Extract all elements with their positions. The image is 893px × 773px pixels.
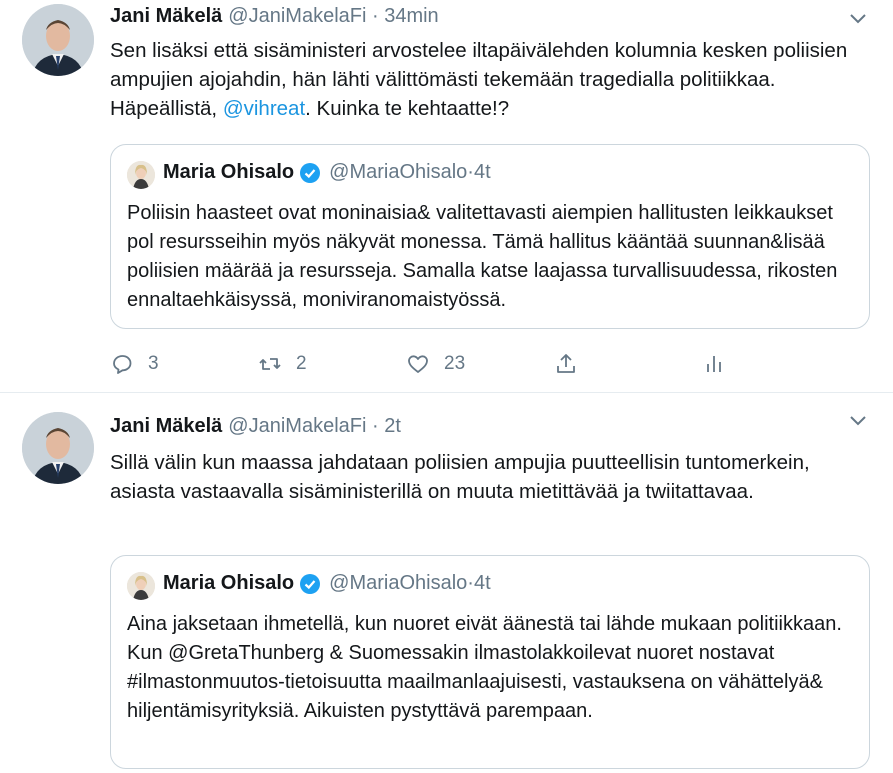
quoted-avatar <box>127 161 155 189</box>
quoted-author-handle: @MariaOhisalo <box>329 572 468 594</box>
timestamp[interactable]: 34min <box>384 5 438 27</box>
tweet-actions: 3 2 23 <box>110 352 750 382</box>
quoted-author-handle: @MariaOhisalo <box>329 161 468 183</box>
quoted-author-name: Maria Ohisalo <box>163 572 295 594</box>
quoted-tweet[interactable]: Maria Ohisalo @MariaOhisalo · 4t Aina ja… <box>110 555 870 769</box>
reply-button[interactable]: 3 <box>110 352 159 376</box>
share-icon <box>557 354 575 373</box>
verified-badge-icon <box>299 162 321 184</box>
avatar[interactable] <box>22 4 94 76</box>
quoted-text: Poliisin haasteet ovat moninaisia& valit… <box>127 202 838 311</box>
quoted-tweet[interactable]: Maria Ohisalo @MariaOhisalo · 4t Poliisi… <box>110 144 870 329</box>
tweet-text: Sen lisäksi että sisäministeri arvostele… <box>110 36 870 123</box>
author-name[interactable]: Jani Mäkelä <box>110 415 222 437</box>
author-handle[interactable]: @JaniMakelaFi <box>228 415 366 437</box>
tweet-header: Jani Mäkelä @JaniMakelaFi · 2t <box>110 415 401 438</box>
tweet-text-part: . Kuinka te kehtaatte!? <box>305 97 510 120</box>
tweet[interactable]: Jani Mäkelä @JaniMakelaFi · 2t Sillä väli… <box>0 393 893 773</box>
author-handle[interactable]: @JaniMakelaFi <box>228 5 366 27</box>
separator: · <box>467 572 474 594</box>
retweet-button[interactable]: 2 <box>258 352 307 376</box>
caret-down-icon[interactable] <box>847 409 869 431</box>
like-button[interactable]: 23 <box>406 352 465 376</box>
quoted-avatar <box>127 572 155 600</box>
share-button[interactable] <box>554 352 592 376</box>
quoted-text: Aina jaksetaan ihmetellä, kun nuoret eiv… <box>127 613 842 722</box>
quoted-timestamp: 4t <box>473 161 491 183</box>
caret-down-icon[interactable] <box>847 7 869 29</box>
like-count: 23 <box>444 353 466 374</box>
retweet-icon <box>259 358 281 370</box>
verified-badge-icon <box>299 573 321 595</box>
tweet-header: Jani Mäkelä @JaniMakelaFi · 34min <box>110 5 439 28</box>
quoted-timestamp: 4t <box>473 572 491 594</box>
mention-link[interactable]: @vihreat <box>223 97 305 120</box>
separator: · <box>467 161 474 183</box>
separator: · <box>366 415 385 437</box>
quoted-header: Maria Ohisalo @MariaOhisalo · 4t <box>163 572 491 595</box>
separator: · <box>366 5 385 27</box>
reply-count: 3 <box>148 353 159 374</box>
quoted-author-name: Maria Ohisalo <box>163 161 295 183</box>
tweet[interactable]: Jani Mäkelä @JaniMakelaFi · 34min Sen lis… <box>0 0 893 393</box>
tweet-text: Sillä välin kun maassa jahdataan poliisi… <box>110 451 810 503</box>
like-icon <box>408 355 428 373</box>
reply-icon <box>113 355 132 374</box>
avatar[interactable] <box>22 412 94 484</box>
quoted-header: Maria Ohisalo @MariaOhisalo · 4t <box>163 161 491 184</box>
analytics-icon <box>707 356 721 372</box>
author-name[interactable]: Jani Mäkelä <box>110 5 222 27</box>
retweet-count: 2 <box>296 353 307 374</box>
analytics-button[interactable] <box>702 352 740 376</box>
timestamp[interactable]: 2t <box>384 415 401 437</box>
